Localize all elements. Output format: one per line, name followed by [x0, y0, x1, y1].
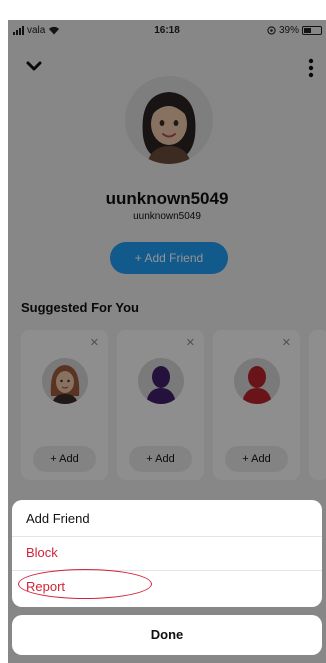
annotation-circle	[18, 569, 152, 599]
action-add-friend[interactable]: Add Friend	[26, 511, 90, 526]
action-block[interactable]: Block	[26, 545, 58, 560]
phone-screen: vala 16:18 39% uunknown5049 uunknown5049…	[8, 20, 326, 663]
divider	[12, 536, 322, 537]
done-button[interactable]: Done	[12, 615, 322, 655]
action-sheet: Add Friend Block Report	[12, 500, 322, 607]
